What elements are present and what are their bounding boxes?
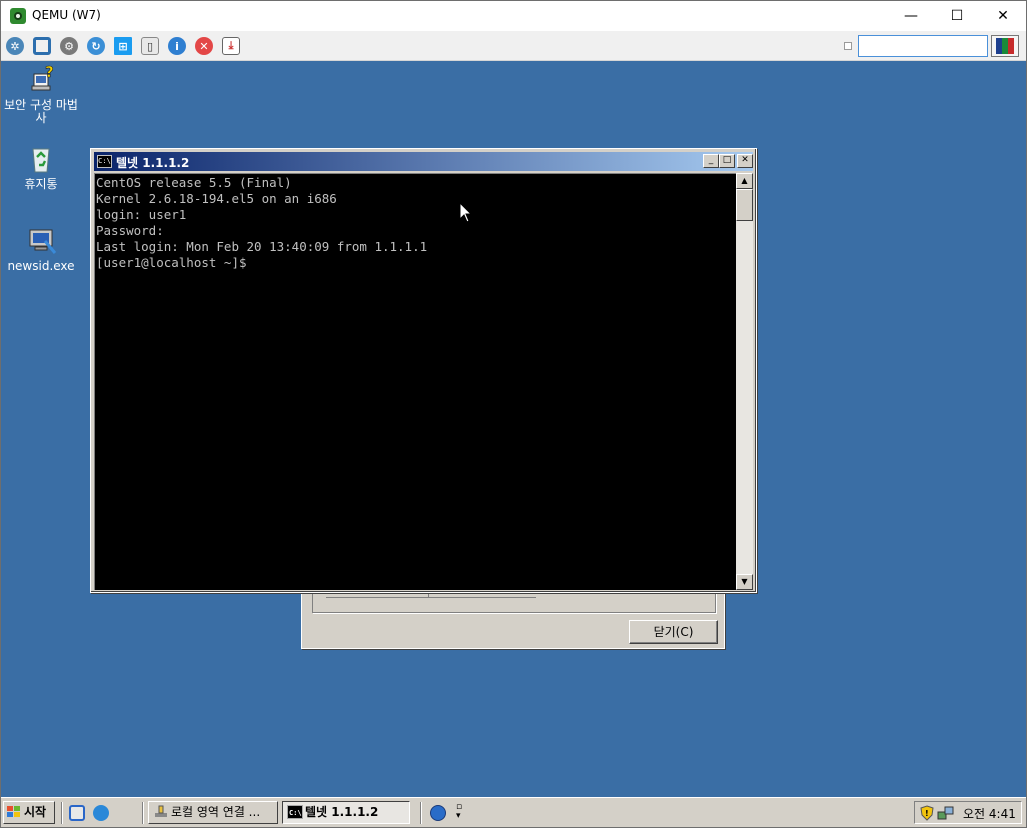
terminal-prompt: [user1@localhost ~]$ (96, 255, 247, 270)
start-label: 시작 (24, 805, 47, 819)
fullscreen-icon[interactable] (33, 37, 51, 55)
telnet-title: 텔넷 1.1.1.2 (116, 156, 190, 170)
svg-text:!: ! (925, 809, 929, 818)
globe-icon[interactable] (430, 805, 446, 821)
refresh-icon[interactable]: ↻ (87, 37, 105, 55)
close-button[interactable]: ✕ (980, 1, 1026, 31)
qemu-app-icon (10, 8, 26, 24)
svg-text:?: ? (45, 64, 54, 81)
desktop-icon-recycle-bin[interactable]: 휴지통 (3, 143, 79, 191)
stop-icon[interactable]: ✕ (195, 37, 213, 55)
mouse-cursor-icon (459, 202, 473, 223)
toolbar-checkbox[interactable] (844, 42, 852, 50)
telnet-maximize-button[interactable]: □ (719, 154, 735, 168)
desktop-icon-label: 휴지통 (24, 177, 58, 191)
terminal-output[interactable]: CentOS release 5.5 (Final) Kernel 2.6.18… (94, 173, 736, 590)
telnet-close-button[interactable]: ✕ (737, 154, 753, 168)
taskbar-separator (142, 802, 144, 824)
dialog-close-button[interactable]: 닫기(C) (629, 620, 718, 644)
desktop-icon-newsid[interactable]: newsid.exe (3, 225, 79, 273)
telnet-titlebar[interactable]: C:\ 텔넷 1.1.1.2 _ □ ✕ (94, 152, 753, 171)
desktop-icon-security-wizard[interactable]: ? 보안 구성 마법사 (3, 64, 79, 125)
background-dialog: 닫기(C) (301, 591, 725, 649)
maximize-button[interactable]: ☐ (934, 1, 980, 31)
network-icon[interactable]: ✲ (6, 37, 24, 55)
security-wizard-icon: ? (31, 64, 54, 91)
desktop-shortcut-icon[interactable] (69, 805, 85, 821)
task-telnet[interactable]: C:\ 텔넷 1.1.1.2 (282, 801, 410, 824)
taskbar-separator (61, 802, 63, 824)
telnet-window: C:\ 텔넷 1.1.1.2 _ □ ✕ CentOS release 5.5 … (90, 148, 757, 593)
system-tray: ! 오전 4:41 (914, 801, 1022, 824)
scroll-down-button[interactable]: ▼ (736, 574, 753, 590)
console-icon: C:\ (287, 805, 303, 819)
telnet-minimize-button[interactable]: _ (703, 154, 719, 168)
recycle-bin-icon (32, 148, 50, 173)
scroll-up-button[interactable]: ▲ (736, 173, 753, 189)
disk-icon[interactable]: ▯ (141, 37, 159, 55)
terminal-line: Password: (96, 223, 164, 238)
minimize-button[interactable]: — (888, 1, 934, 31)
taskbar: 시작 로컬 영역 연결 ... C:\ 텔넷 1.1.1.2 ▫ ▾ ! 오전 4… (1, 797, 1026, 827)
download-icon[interactable]: ⤓ (222, 37, 240, 55)
terminal-scrollbar[interactable]: ▲ ▼ (736, 173, 753, 590)
taskbar-separator (420, 802, 422, 824)
desktop-icon-label: 보안 구성 마법사 (4, 98, 78, 125)
network-connection-icon (155, 805, 167, 817)
terminal-line: login: user1 (96, 207, 187, 222)
computer-icon (29, 229, 57, 254)
svg-text:C:\: C:\ (289, 809, 302, 817)
windows-flag-icon (7, 806, 21, 818)
internet-explorer-icon[interactable] (93, 805, 109, 821)
task-network-connection[interactable]: 로컬 영역 연결 ... (148, 801, 278, 824)
info-icon[interactable]: i (168, 37, 186, 55)
toolbar-input[interactable] (858, 35, 988, 57)
color-swatch-icon[interactable] (991, 35, 1019, 57)
console-icon: C:\ (97, 155, 112, 168)
language-bar-icon[interactable]: ▫ ▾ (456, 803, 462, 821)
start-button[interactable]: 시작 (3, 801, 55, 824)
qemu-window: QEMU (W7) — ☐ ✕ ✲ ⚙ ↻ ⊞ ▯ i ✕ ⤓ ? 보안 구성 … (0, 0, 1027, 828)
task-label: 로컬 영역 연결 ... (171, 805, 261, 819)
terminal-line: Last login: Mon Feb 20 13:40:09 from 1.1… (96, 239, 428, 254)
security-shield-icon[interactable]: ! (919, 805, 935, 821)
terminal-line: CentOS release 5.5 (Final) (96, 175, 292, 190)
settings-icon[interactable]: ⚙ (60, 37, 78, 55)
desktop-icon-label: newsid.exe (7, 259, 75, 273)
task-label: 텔넷 1.1.1.2 (305, 805, 379, 819)
windows-icon[interactable]: ⊞ (114, 37, 132, 55)
tray-clock: 오전 4:41 (963, 807, 1016, 821)
host-window-title: QEMU (W7) (32, 8, 101, 22)
terminal-line: Kernel 2.6.18-194.el5 on an i686 (96, 191, 337, 206)
scroll-thumb[interactable] (736, 189, 753, 221)
network-tray-icon[interactable] (937, 805, 955, 821)
host-titlebar: QEMU (W7) — ☐ ✕ (1, 1, 1026, 31)
